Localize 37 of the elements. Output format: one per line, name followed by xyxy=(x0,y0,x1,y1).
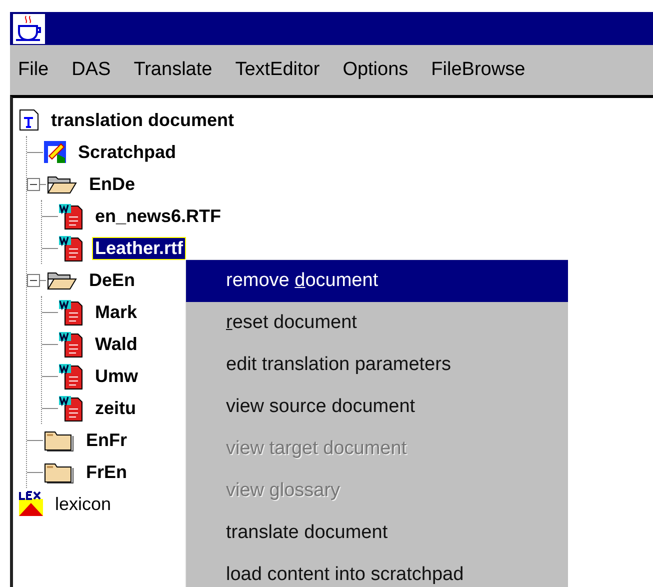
pencil-icon xyxy=(43,140,67,164)
menu-item[interactable]: Options xyxy=(340,59,420,81)
tree-item[interactable]: EnFr xyxy=(83,428,130,452)
menu-item[interactable]: DAS xyxy=(70,59,122,81)
tree-item[interactable]: Scratchpad xyxy=(75,140,180,164)
menu-item[interactable]: File xyxy=(16,59,60,81)
tree-item[interactable]: lexicon xyxy=(52,492,114,516)
tree-item[interactable]: en_news6.RTF xyxy=(92,204,224,228)
collapse-toggle[interactable] xyxy=(27,178,40,190)
tree-item[interactable]: FrEn xyxy=(83,460,130,484)
tree-item[interactable]: DeEn xyxy=(86,268,138,292)
collapse-toggle[interactable] xyxy=(27,274,40,286)
tree-item[interactable]: zeitu xyxy=(92,396,140,420)
menu-item[interactable]: Translate xyxy=(132,59,224,81)
menu-option[interactable]: translate document xyxy=(186,512,568,554)
menu-item[interactable]: FileBrowse xyxy=(429,59,536,81)
menu-option[interactable]: load content into scratchpad xyxy=(186,554,568,587)
word-document-icon xyxy=(58,234,84,262)
tree-item[interactable]: translation document xyxy=(48,108,238,132)
tree-item[interactable]: Leather.rtf xyxy=(92,236,186,260)
word-document-icon xyxy=(58,330,84,358)
tree-item[interactable]: Mark xyxy=(92,300,140,324)
menu-option[interactable]: reset document xyxy=(186,302,568,344)
coffee-cup-icon xyxy=(13,14,45,44)
menu-option[interactable]: remove document xyxy=(186,260,568,302)
menu-option[interactable]: view source document xyxy=(186,386,568,428)
tree-item[interactable]: Umw xyxy=(92,364,142,388)
word-document-icon xyxy=(58,394,84,422)
document-icon xyxy=(18,108,40,132)
word-document-icon xyxy=(58,298,84,326)
menu-option[interactable]: edit translation parameters xyxy=(186,344,568,386)
word-document-icon xyxy=(58,362,84,390)
tree-item[interactable]: EnDe xyxy=(86,172,138,196)
lexicon-icon xyxy=(18,491,44,517)
menu-item[interactable]: TextEditor xyxy=(233,59,331,81)
tree-item[interactable]: Wald xyxy=(92,332,140,356)
word-document-icon xyxy=(58,202,84,230)
